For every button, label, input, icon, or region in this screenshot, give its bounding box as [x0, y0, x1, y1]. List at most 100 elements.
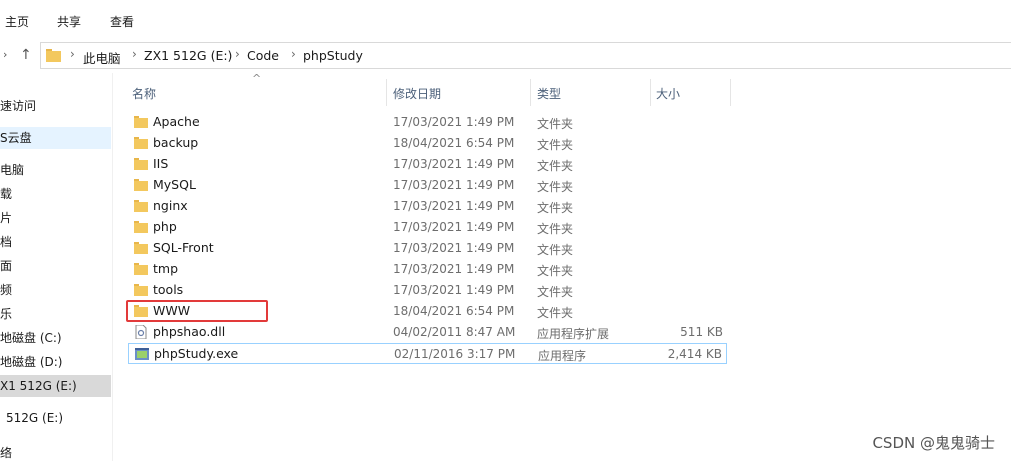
file-date: 18/04/2021 6:54 PM — [393, 304, 515, 318]
folder-icon — [134, 263, 148, 275]
file-row-php[interactable]: php 17/03/2021 1:49 PM 文件夹 — [128, 217, 727, 238]
folder-icon — [134, 158, 148, 170]
file-type: 应用程序扩展 — [537, 327, 610, 341]
sidebar-item-downloads[interactable]: 载 — [0, 183, 111, 205]
breadcrumb-code[interactable]: Code — [247, 48, 279, 63]
breadcrumb-drive[interactable]: ZX1 512G (E:) — [144, 48, 232, 63]
column-divider[interactable] — [386, 79, 387, 106]
file-name: tmp — [153, 261, 179, 276]
annotation-highlight-box — [126, 300, 268, 322]
file-row-tools[interactable]: tools 17/03/2021 1:49 PM 文件夹 — [128, 280, 727, 301]
ribbon — [0, 0, 1011, 39]
file-type: 文件夹 — [537, 285, 574, 299]
sidebar-item-label: 地磁盘 (D:) — [0, 355, 63, 369]
sidebar-item-label: 片 — [0, 211, 13, 225]
sidebar-item-label: 络 — [0, 446, 13, 460]
sidebar-item-label: 面 — [0, 259, 13, 273]
file-type: 文件夹 — [537, 159, 574, 173]
file-date: 04/02/2011 8:47 AM — [393, 325, 516, 339]
tab-share[interactable]: 共享 — [57, 13, 81, 30]
column-divider[interactable] — [530, 79, 531, 106]
file-row-backup[interactable]: backup 18/04/2021 6:54 PM 文件夹 — [128, 133, 727, 154]
file-type: 应用程序 — [538, 349, 587, 363]
column-divider[interactable] — [650, 79, 651, 106]
dll-file-icon — [135, 325, 147, 339]
column-header-type[interactable]: 类型 — [537, 85, 561, 102]
file-date: 17/03/2021 1:49 PM — [393, 220, 515, 234]
file-row-nginx[interactable]: nginx 17/03/2021 1:49 PM 文件夹 — [128, 196, 727, 217]
breadcrumb-this-pc[interactable]: 此电脑 — [83, 48, 121, 67]
file-type: 文件夹 — [537, 306, 574, 320]
sidebar-item-label: 频 — [0, 283, 13, 297]
file-date: 17/03/2021 1:49 PM — [393, 283, 515, 297]
sidebar-item-drive-e[interactable]: X1 512G (E:) — [0, 375, 111, 397]
file-name: tools — [153, 282, 184, 297]
folder-icon — [134, 242, 148, 254]
sidebar-item-network[interactable]: 络 — [0, 442, 111, 461]
column-header-name[interactable]: 名称 — [132, 85, 156, 102]
file-name: Apache — [153, 114, 200, 129]
file-type: 文件夹 — [537, 243, 574, 257]
up-arrow-button[interactable]: ↑ — [20, 47, 32, 63]
sidebar-item-drive-e-removable[interactable]: 512G (E:) — [0, 407, 111, 429]
sidebar-item-label: X1 512G (E:) — [0, 379, 77, 393]
file-row-phpstudy-exe[interactable]: phpStudy.exe 02/11/2016 3:17 PM 应用程序 2,4… — [128, 343, 727, 364]
sidebar-item-music[interactable]: 乐 — [0, 303, 111, 325]
sidebar-item-label: 电脑 — [0, 163, 25, 177]
file-size: 511 KB — [680, 325, 723, 339]
sidebar-item-quick-access[interactable]: 速访问 — [0, 95, 111, 117]
file-size: 2,414 KB — [667, 347, 722, 361]
file-date: 17/03/2021 1:49 PM — [393, 199, 515, 213]
file-name: MySQL — [153, 177, 196, 192]
file-row-tmp[interactable]: tmp 17/03/2021 1:49 PM 文件夹 — [128, 259, 727, 280]
chevron-right-icon[interactable]: › — [235, 47, 240, 61]
file-name: php — [153, 219, 177, 234]
sidebar-item-label: 地磁盘 (C:) — [0, 331, 62, 345]
file-row-apache[interactable]: Apache 17/03/2021 1:49 PM 文件夹 — [128, 112, 727, 133]
file-name: phpshao.dll — [153, 324, 226, 339]
file-type: 文件夹 — [537, 264, 574, 278]
file-date: 17/03/2021 1:49 PM — [393, 178, 515, 192]
chevron-right-icon[interactable]: › — [70, 47, 75, 61]
folder-icon — [134, 200, 148, 212]
sidebar-item-label: 速访问 — [0, 99, 37, 113]
chevron-right-icon[interactable]: › — [291, 47, 296, 61]
file-name: nginx — [153, 198, 188, 213]
file-date: 17/03/2021 1:49 PM — [393, 262, 515, 276]
file-row-iis[interactable]: IIS 17/03/2021 1:49 PM 文件夹 — [128, 154, 727, 175]
sidebar-item-documents[interactable]: 档 — [0, 231, 111, 253]
file-type: 文件夹 — [537, 138, 574, 152]
sidebar-item-drive-c[interactable]: 地磁盘 (C:) — [0, 327, 111, 349]
sidebar-item-cloud-drive[interactable]: S云盘 — [0, 127, 111, 149]
file-row-sql-front[interactable]: SQL-Front 17/03/2021 1:49 PM 文件夹 — [128, 238, 727, 259]
column-header-date[interactable]: 修改日期 — [393, 85, 441, 102]
file-date: 17/03/2021 1:49 PM — [393, 241, 515, 255]
folder-icon — [134, 116, 148, 128]
sort-ascending-icon: ^ — [252, 72, 262, 85]
sidebar-item-label: 载 — [0, 187, 13, 201]
breadcrumb-phpstudy[interactable]: phpStudy — [303, 48, 363, 63]
file-name: phpStudy.exe — [154, 346, 239, 361]
folder-icon — [134, 179, 148, 191]
sidebar-item-desktop[interactable]: 面 — [0, 255, 111, 277]
sidebar-item-videos[interactable]: 频 — [0, 279, 111, 301]
column-divider[interactable] — [730, 79, 731, 106]
folder-icon — [134, 137, 148, 149]
chevron-right-icon[interactable]: › — [132, 47, 137, 61]
exe-file-icon — [135, 348, 149, 360]
sidebar-item-label: 乐 — [0, 307, 13, 321]
file-type: 文件夹 — [537, 222, 574, 236]
folder-icon — [134, 284, 148, 296]
file-row-mysql[interactable]: MySQL 17/03/2021 1:49 PM 文件夹 — [128, 175, 727, 196]
file-date: 17/03/2021 1:49 PM — [393, 115, 515, 129]
tab-home[interactable]: 主页 — [5, 13, 29, 30]
file-date: 17/03/2021 1:49 PM — [393, 157, 515, 171]
tab-view[interactable]: 查看 — [110, 13, 134, 30]
sidebar-item-this-pc[interactable]: 电脑 — [0, 159, 111, 181]
chevron-right-icon[interactable]: › — [3, 48, 7, 61]
sidebar-item-pictures[interactable]: 片 — [0, 207, 111, 229]
column-header-size[interactable]: 大小 — [656, 85, 680, 102]
folder-icon — [134, 221, 148, 233]
sidebar-item-drive-d[interactable]: 地磁盘 (D:) — [0, 351, 111, 373]
file-row-phpshao-dll[interactable]: phpshao.dll 04/02/2011 8:47 AM 应用程序扩展 51… — [128, 322, 727, 343]
